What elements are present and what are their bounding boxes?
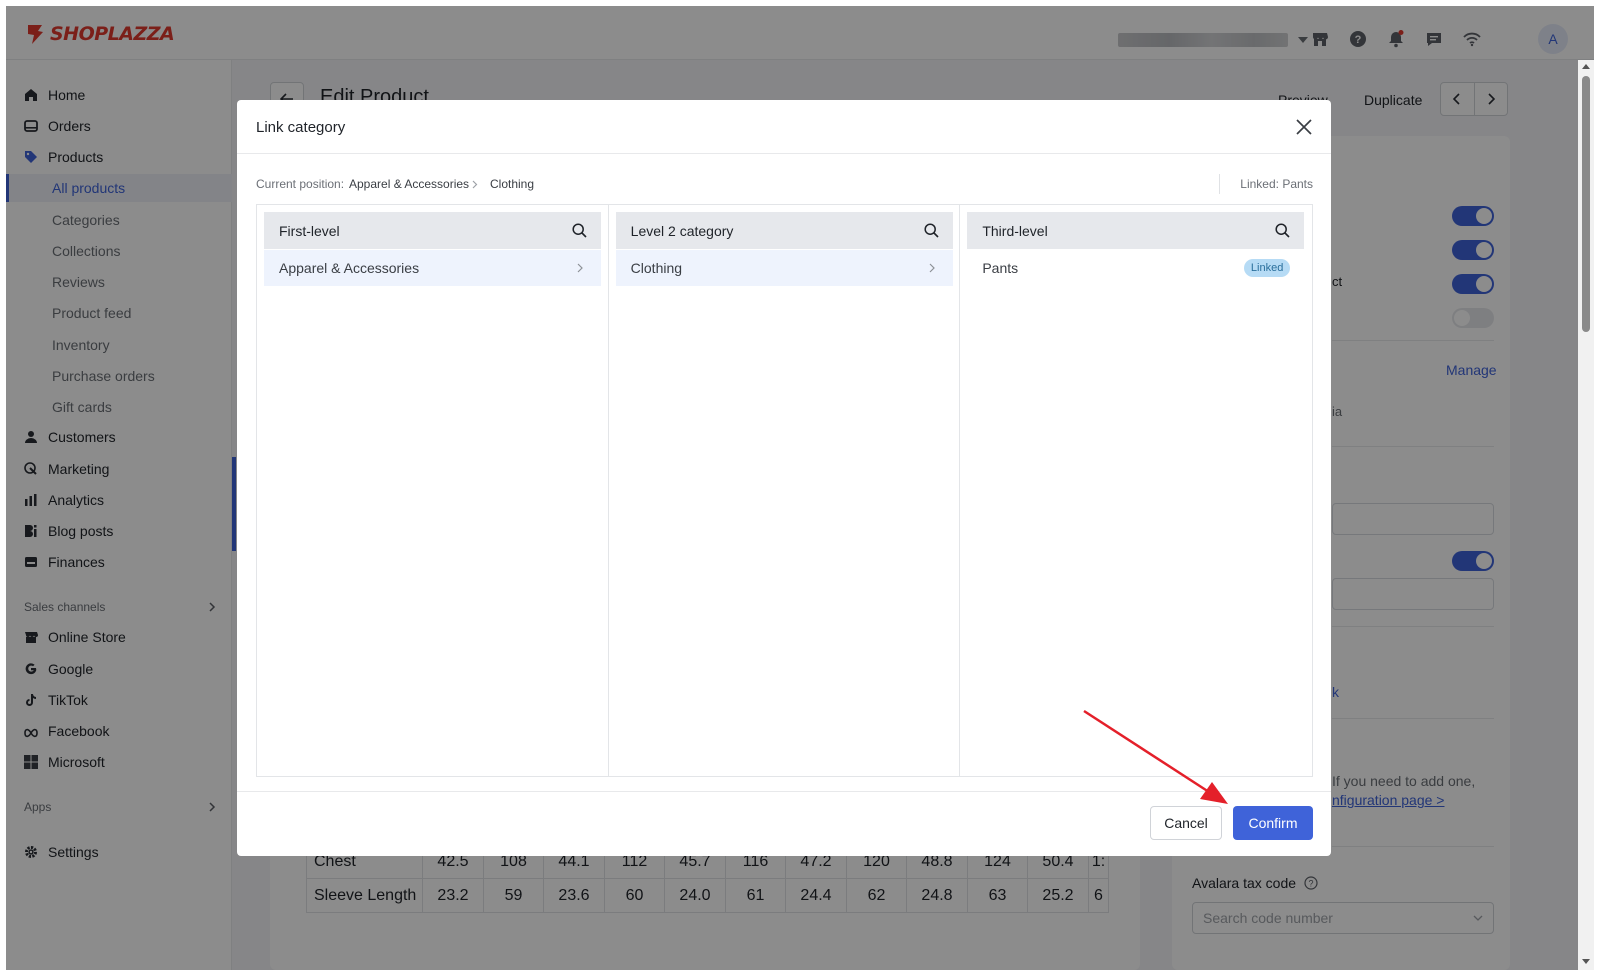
divider	[1219, 174, 1220, 194]
category-item-apparel[interactable]: Apparel & Accessories	[264, 250, 601, 286]
linked-badge: Linked	[1243, 259, 1291, 277]
chevron-right-icon	[929, 263, 935, 273]
dialog-footer-divider	[237, 791, 1331, 792]
linked-label: Linked:	[1240, 177, 1279, 191]
linked-summary: Linked: Pants	[1240, 177, 1313, 191]
breadcrumb-item: Apparel & Accessories	[349, 177, 470, 191]
cancel-button[interactable]: Cancel	[1150, 806, 1222, 840]
breadcrumb-item: Clothing	[490, 177, 535, 191]
confirm-button[interactable]: Confirm	[1233, 806, 1313, 840]
close-icon[interactable]	[1295, 118, 1313, 136]
category-item-label: Apparel & Accessories	[279, 260, 420, 276]
column-header: Third-level	[967, 212, 1305, 249]
third-level-column: Third-level Pants Linked	[960, 205, 1312, 776]
dialog-header: Link category	[237, 100, 1331, 154]
chevron-right-icon	[577, 263, 583, 273]
link-category-dialog: Link category Current position: Apparel …	[237, 100, 1331, 856]
category-item-clothing[interactable]: Clothing	[615, 250, 953, 286]
column-header-label: Third-level	[982, 222, 1048, 239]
level-2-column: Level 2 category Clothing	[609, 205, 961, 776]
search-icon[interactable]	[1275, 223, 1290, 238]
scroll-down-arrow-icon[interactable]	[1582, 959, 1590, 964]
search-icon[interactable]	[572, 223, 587, 238]
current-position-breadcrumb: Current position: Apparel & Accessories …	[256, 174, 1313, 196]
column-header: First-level	[264, 212, 601, 249]
category-item-pants[interactable]: Pants Linked	[967, 250, 1304, 286]
breadcrumb-separator-icon	[472, 180, 478, 189]
search-icon[interactable]	[924, 223, 939, 238]
page-scrollbar[interactable]	[1578, 60, 1594, 970]
scrollbar-thumb[interactable]	[1582, 76, 1590, 332]
app-window: SHOPLAZZA ? A Home Orders Products All p…	[6, 6, 1594, 970]
dialog-title: Link category	[256, 119, 346, 136]
category-columns: First-level Apparel & Accessories Level …	[256, 204, 1313, 777]
scroll-up-arrow-icon[interactable]	[1582, 64, 1590, 69]
linked-value: Pants	[1282, 177, 1313, 191]
column-header: Level 2 category	[615, 212, 953, 249]
column-header-label: First-level	[279, 222, 340, 239]
category-item-label: Clothing	[630, 260, 683, 276]
category-item-label: Pants	[982, 260, 1019, 276]
first-level-column: First-level Apparel & Accessories	[257, 205, 609, 776]
current-position-label: Current position:	[256, 177, 345, 191]
column-header-label: Level 2 category	[630, 222, 734, 239]
